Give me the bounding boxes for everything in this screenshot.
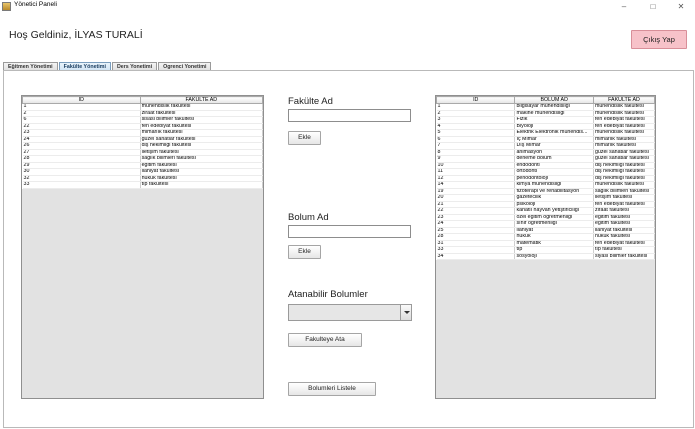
department-name-input[interactable] bbox=[288, 225, 411, 238]
assignable-departments-dropdown[interactable] bbox=[288, 304, 412, 321]
table-cell: güzel sanatlar fakültesi bbox=[593, 149, 655, 156]
app-icon bbox=[2, 2, 11, 11]
maximize-icon[interactable]: □ bbox=[643, 0, 663, 14]
table-cell: Elektrik Elektronik mühendis... bbox=[514, 129, 594, 137]
faculty-grid: ID FAKULTE AD 1 mühendislik fakültesi 2 zira… bbox=[22, 96, 263, 189]
table-cell: sosyoloji bbox=[514, 253, 594, 260]
table-row[interactable]: 34 sosyoloji siyasi bilimler fakültesi bbox=[436, 253, 655, 260]
department-table[interactable]: ID BOLUM AD FAKULTE AD 1 bilgisayar mühendi… bbox=[435, 95, 656, 399]
list-departments-button[interactable]: Bolumleri Listele bbox=[288, 382, 376, 396]
window-titlebar: Yönetici Paneli – □ ✕ bbox=[0, 0, 695, 14]
faculty-column-header[interactable]: FAKULTE AD bbox=[139, 96, 263, 104]
department-column-header[interactable]: FAKULTE AD bbox=[592, 96, 655, 104]
table-row[interactable]: 33 tıp fakültesi bbox=[22, 181, 263, 189]
faculty-column-header[interactable]: ID bbox=[22, 96, 141, 104]
table-cell: güzel sanatlar fakültesi bbox=[593, 155, 655, 163]
faculty-name-input[interactable] bbox=[288, 109, 411, 122]
add-faculty-button[interactable]: Ekle bbox=[288, 131, 321, 145]
faculty-table[interactable]: ID FAKULTE AD 1 mühendislik fakültesi 2 zira… bbox=[21, 95, 264, 399]
minimize-icon[interactable]: – bbox=[614, 0, 634, 14]
table-cell: sağlık bilimleri fakültesi bbox=[593, 188, 655, 195]
logout-button[interactable]: Çıkış Yap bbox=[631, 30, 687, 49]
add-department-button[interactable]: Ekle bbox=[288, 245, 321, 259]
faculty-name-label: Fakülte Ad bbox=[288, 96, 333, 107]
department-column-header[interactable]: BOLUM AD bbox=[514, 96, 594, 104]
table-cell: siyasi bilimler fakültesi bbox=[593, 253, 655, 260]
department-column-header[interactable]: ID bbox=[436, 96, 516, 104]
table-cell: 33 bbox=[22, 181, 141, 189]
close-icon[interactable]: ✕ bbox=[671, 0, 691, 14]
welcome-text: Hoş Geldiniz, İLYAS TURALİ bbox=[9, 29, 143, 41]
table-cell: tıp fakültesi bbox=[140, 181, 263, 189]
assign-to-faculty-button[interactable]: Fakulteye Ata bbox=[288, 333, 362, 347]
table-cell: 34 bbox=[436, 253, 516, 260]
department-name-label: Bolum Ad bbox=[288, 212, 329, 223]
window-title: Yönetici Paneli bbox=[14, 1, 57, 8]
chevron-down-icon[interactable] bbox=[400, 305, 411, 320]
assignable-departments-label: Atanabilir Bolumler bbox=[288, 289, 368, 300]
department-grid: ID BOLUM AD FAKULTE AD 1 bilgisayar mühendi… bbox=[436, 96, 655, 260]
